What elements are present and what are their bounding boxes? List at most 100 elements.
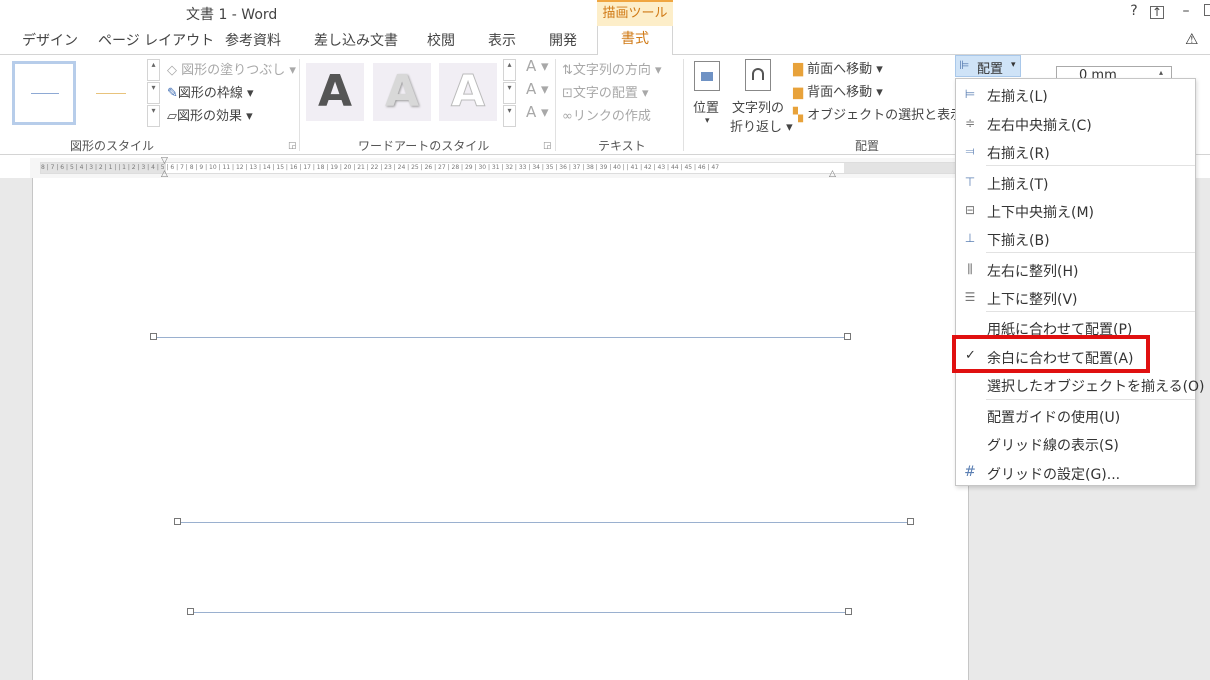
line-1-start-handle[interactable]	[150, 333, 157, 340]
distribute-vertical-icon: ☰	[964, 290, 976, 304]
wordart-style-1[interactable]: A	[306, 63, 364, 121]
position-dropdown-icon[interactable]: ▾	[705, 116, 710, 126]
menu-separator	[986, 311, 1195, 312]
group-label-shape-styles: 図形のスタイル	[70, 139, 155, 153]
create-link-button[interactable]: ∞リンクの作成	[562, 105, 651, 124]
send-backward-button[interactable]: ▆ 背面へ移動 ▾	[793, 81, 883, 100]
menu-separator	[986, 165, 1195, 166]
wordart-scroll-up[interactable]: ▴	[503, 59, 516, 81]
align-dropdown-menu: ⊨ 左揃え(L) ≑ 左右中央揃え(C) ⫤ 右揃え(R) ⊤ 上揃え(T) ⊟…	[955, 78, 1205, 486]
tab-view[interactable]: 表示	[488, 30, 516, 50]
wordart-scroll-down[interactable]: ▾	[503, 82, 516, 104]
tab-mailings[interactable]: 差し込み文書	[314, 30, 398, 50]
spin-up-icon[interactable]: ▴	[1159, 68, 1163, 77]
align-left-icon: ⊨	[964, 87, 976, 101]
text-align-icon: ⊡	[562, 86, 573, 101]
minimize-button[interactable]: –	[1176, 3, 1196, 19]
menu-item-align-bottom[interactable]: ⊥ 下揃え(B)	[956, 224, 1195, 252]
line-3-end-handle[interactable]	[845, 608, 852, 615]
align-top-icon: ⊤	[964, 175, 976, 189]
document-page[interactable]	[32, 178, 969, 680]
align-bottom-icon: ⊥	[964, 231, 976, 245]
text-direction-button[interactable]: ⇅文字列の方向 ▾	[562, 59, 662, 78]
group-label-wordart-styles: ワードアートのスタイル	[358, 139, 490, 153]
tab-references[interactable]: 参考資料	[225, 30, 281, 50]
menu-item-distribute-horizontally[interactable]: ⫼ 左右に整列(H)	[956, 255, 1195, 283]
tab-review[interactable]: 校閲	[427, 30, 455, 50]
menu-separator	[986, 252, 1195, 253]
line-shape-1[interactable]	[157, 337, 848, 338]
context-tab-group-drawing-tools: 描画ツール	[597, 0, 673, 26]
selection-pane-button[interactable]: ▚ オブジェクトの選択と表示	[793, 104, 963, 123]
position-icon[interactable]	[694, 61, 720, 91]
wordart-more[interactable]: ▾	[503, 105, 516, 127]
shape-fill-button[interactable]: ◇ 図形の塗りつぶし ▾	[167, 59, 296, 78]
align-icon: ⊫	[959, 58, 970, 72]
line-shape-2[interactable]	[181, 522, 910, 523]
menu-item-align-center[interactable]: ≑ 左右中央揃え(C)	[956, 109, 1195, 137]
text-align-button[interactable]: ⊡文字の配置 ▾	[562, 82, 649, 101]
dialog-launcher-icon[interactable]: ◲	[288, 141, 297, 151]
tab-page-layout[interactable]: ページ レイアウト	[98, 30, 214, 50]
text-outline-icon[interactable]: A ▾	[526, 80, 549, 98]
shape-style-blue[interactable]	[12, 61, 76, 125]
menu-item-align-top[interactable]: ⊤ 上揃え(T)	[956, 168, 1195, 196]
text-fill-icon[interactable]: A ▾	[526, 57, 549, 75]
dropdown-arrow-icon: ▾	[1011, 60, 1016, 70]
first-line-indent-icon[interactable]: ▽	[161, 156, 168, 166]
shape-style-scroll-up[interactable]: ▴	[147, 59, 160, 81]
menu-separator	[986, 399, 1195, 400]
ruler-ticks: 8 | 7 | 6 | 5 | 4 | 3 | 2 | 1 | | 1 | 2 …	[41, 164, 720, 171]
wrap-text-icon[interactable]	[745, 59, 771, 91]
wordart-style-3[interactable]: A	[439, 63, 497, 121]
menu-item-use-alignment-guides[interactable]: 配置ガイドの使用(U)	[956, 401, 1195, 429]
line-1-end-handle[interactable]	[844, 333, 851, 340]
align-button[interactable]: ⊫ 配置 ▾	[955, 55, 1021, 77]
shape-style-orange[interactable]	[80, 61, 144, 125]
menu-item-align-selected-objects[interactable]: 選択したオブジェクトを揃える(O)	[956, 370, 1205, 398]
distribute-horizontal-icon: ⫼	[967, 262, 973, 276]
text-effects-icon[interactable]: A ▾	[526, 103, 549, 121]
menu-item-align-left[interactable]: ⊨ 左揃え(L)	[956, 80, 1195, 108]
align-right-icon: ⫤	[965, 144, 975, 158]
paint-bucket-icon: ◇	[167, 63, 177, 78]
line-2-end-handle[interactable]	[907, 518, 914, 525]
position-button[interactable]: 位置	[693, 97, 719, 116]
text-direction-icon: ⇅	[562, 63, 573, 78]
help-button[interactable]: ?	[1124, 3, 1144, 19]
tab-developer[interactable]: 開発	[549, 30, 577, 50]
link-icon: ∞	[562, 109, 573, 124]
wordart-style-2[interactable]: A	[373, 63, 431, 121]
tab-design[interactable]: デザイン	[22, 30, 78, 50]
send-backward-icon: ▆	[793, 85, 803, 100]
shape-effects-button[interactable]: ▱図形の効果 ▾	[167, 105, 253, 124]
shape-style-scroll-down[interactable]: ▾	[147, 82, 160, 104]
menu-item-align-middle[interactable]: ⊟ 上下中央揃え(M)	[956, 196, 1195, 224]
menu-item-align-right[interactable]: ⫤ 右揃え(R)	[956, 137, 1195, 165]
horizontal-ruler: 8 | 7 | 6 | 5 | 4 | 3 | 2 | 1 | | 1 | 2 …	[30, 156, 956, 179]
wordart-dialog-launcher-icon[interactable]: ◲	[543, 141, 552, 151]
wrap-text-button[interactable]: 折り返し ▾	[730, 116, 793, 135]
line-2-start-handle[interactable]	[174, 518, 181, 525]
highlight-box	[952, 335, 1150, 373]
selection-pane-icon: ▚	[793, 108, 803, 123]
group-label-text: テキスト	[598, 139, 646, 153]
menu-item-view-gridlines[interactable]: グリッド線の表示(S)	[956, 429, 1195, 457]
restore-icon[interactable]	[1204, 4, 1210, 16]
align-middle-icon: ⊟	[964, 203, 976, 217]
shape-outline-button[interactable]: ✎図形の枠線 ▾	[167, 82, 254, 101]
ribbon-display-options-icon[interactable]: ↑	[1150, 6, 1164, 19]
menu-item-distribute-vertically[interactable]: ☰ 上下に整列(V)	[956, 283, 1195, 311]
wrap-text-label[interactable]: 文字列の	[732, 97, 784, 116]
menu-item-grid-settings[interactable]: # グリッドの設定(G)...	[956, 458, 1195, 486]
line-3-start-handle[interactable]	[187, 608, 194, 615]
group-label-arrange: 配置	[855, 139, 880, 153]
bring-forward-button[interactable]: ▇ 前面へ移動 ▾	[793, 58, 883, 77]
line-shape-3[interactable]	[194, 612, 848, 613]
shape-style-more[interactable]: ▾	[147, 105, 160, 127]
bring-forward-icon: ▇	[793, 62, 803, 77]
pencil-icon: ✎	[167, 86, 178, 101]
tab-format[interactable]: 書式	[597, 26, 673, 55]
align-center-icon: ≑	[964, 116, 976, 130]
warning-icon[interactable]: ⚠	[1185, 30, 1198, 48]
